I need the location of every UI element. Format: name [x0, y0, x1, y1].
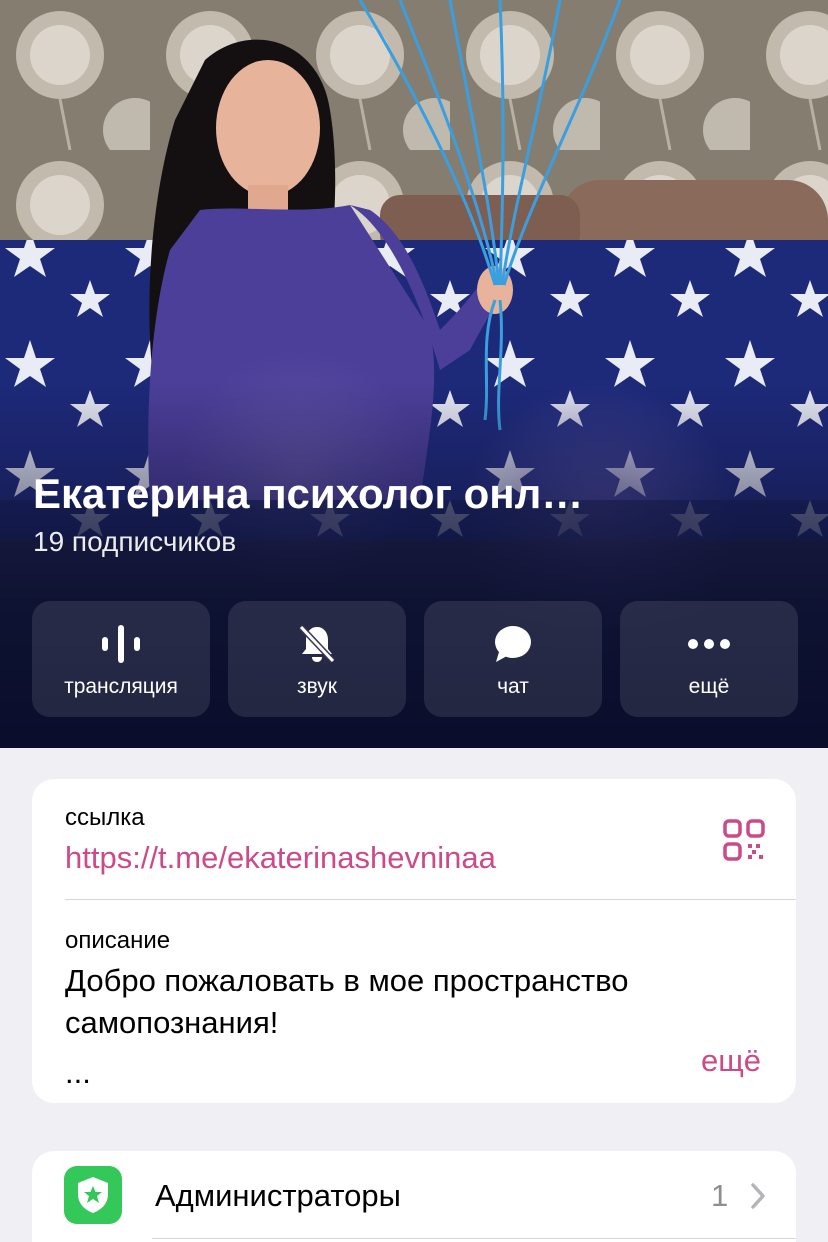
sound-label: звук	[296, 675, 337, 698]
bell-muted-icon	[228, 623, 406, 665]
chat-button[interactable]: чат	[424, 601, 602, 717]
chat-bubble-icon	[424, 623, 602, 665]
live-stream-label: трансляция	[64, 675, 178, 698]
more-label: ещё	[688, 675, 730, 698]
channel-name: Екатерина психолог онл…	[33, 470, 584, 517]
action-bar: трансляция звук чат ещё	[32, 601, 828, 717]
description-more-link[interactable]: ещё	[701, 1043, 761, 1079]
subscriber-count: 19 подписчиков	[33, 526, 237, 557]
live-stream-icon	[32, 623, 210, 665]
more-button[interactable]: ещё	[620, 601, 798, 717]
link-label: ссылка	[65, 804, 145, 831]
description-label: описание	[65, 927, 171, 954]
sound-button[interactable]: звук	[228, 601, 406, 717]
admin-badge-icon	[64, 1166, 122, 1224]
admin-row-divider	[152, 1238, 796, 1239]
more-dots-icon	[620, 623, 798, 665]
administrators-label: Администраторы	[155, 1178, 401, 1213]
live-stream-button[interactable]: трансляция	[32, 601, 210, 717]
chevron-right-icon	[751, 1183, 765, 1209]
info-divider	[65, 899, 796, 900]
qr-code-icon[interactable]	[722, 818, 768, 864]
chat-label: чат	[497, 675, 529, 698]
channel-link[interactable]: https://t.me/ekaterinashevninaa	[65, 840, 496, 876]
administrators-row[interactable]: Администраторы 1	[32, 1151, 796, 1242]
channel-header: Екатерина психолог онл… 19 подписчиков т…	[0, 0, 828, 748]
administrators-count: 1	[711, 1178, 729, 1213]
description-ellipsis: ...	[65, 1055, 91, 1090]
description-text: Добро пожаловать в мое пространство само…	[65, 963, 629, 1040]
